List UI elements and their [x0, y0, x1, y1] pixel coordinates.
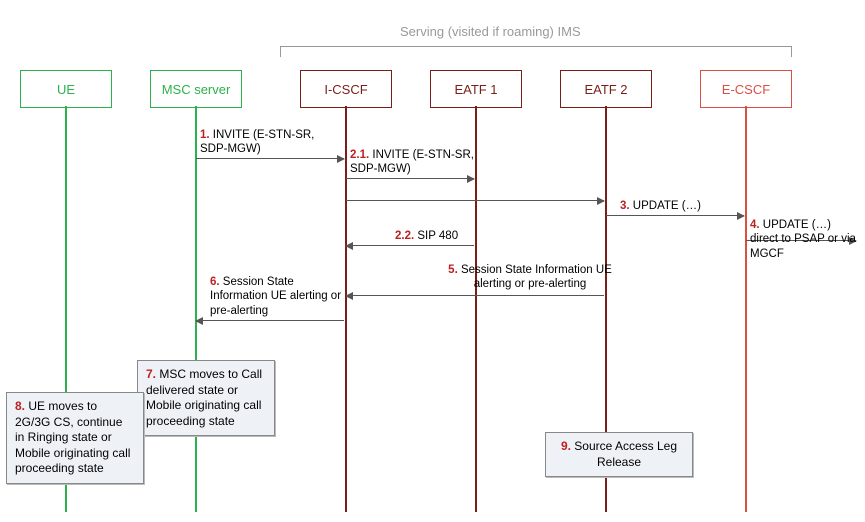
actor-eatf2-label: EATF 2 — [584, 82, 627, 97]
txt-2-1: INVITE (E-STN-SR, SDP-MGW) — [350, 149, 474, 175]
txt-6: Session State Information UE alerting or… — [210, 276, 341, 317]
actor-eatf1: EATF 1 — [430, 70, 522, 108]
lifeline-icscf — [345, 106, 347, 512]
lifeline-ecscf — [745, 106, 747, 512]
actor-ue-label: UE — [57, 82, 75, 97]
note-8: 8. UE moves to 2G/3G CS, continue in Rin… — [6, 392, 144, 484]
txt-9: Source Access Leg Release — [571, 439, 677, 469]
sequence-diagram: Serving (visited if roaming) IMS UE MSC … — [0, 0, 865, 522]
num-3: 3. — [620, 200, 630, 212]
num-7: 7. — [146, 367, 156, 381]
actor-ecscf-label: E-CSCF — [722, 82, 770, 97]
label-3: 3. UPDATE (…) — [620, 200, 701, 212]
label-6: 6. Session State Information UE alerting… — [210, 275, 345, 318]
txt-4: UPDATE (…) direct to PSAP or via MGCF — [750, 219, 856, 260]
actor-eatf2: EATF 2 — [560, 70, 652, 108]
label-2-1: 2.1. INVITE (E-STN-SR, SDP-MGW) — [350, 148, 490, 177]
note-9: 9. Source Access Leg Release — [545, 432, 693, 477]
num-6: 6. — [210, 276, 220, 288]
arrow-2-2 — [346, 245, 474, 246]
label-5: 5. Session State Information UE alerting… — [440, 263, 620, 292]
arrow-2-1b — [346, 200, 604, 201]
actor-icscf: I-CSCF — [300, 70, 392, 108]
txt-5: Session State Information UE alerting or… — [458, 264, 612, 290]
actor-msc: MSC server — [150, 70, 242, 108]
lifeline-msc — [195, 106, 197, 512]
txt-7: MSC moves to Call delivered state or Mob… — [146, 367, 262, 428]
txt-3: UPDATE (…) — [630, 200, 701, 212]
num-4: 4. — [750, 219, 760, 231]
num-9: 9. — [561, 439, 571, 453]
num-5: 5. — [448, 264, 458, 276]
actor-ecscf: E-CSCF — [700, 70, 792, 108]
arrow-2-1 — [346, 178, 474, 179]
actor-msc-label: MSC server — [162, 82, 231, 97]
num-1: 1. — [200, 129, 210, 141]
actor-eatf1-label: EATF 1 — [454, 82, 497, 97]
serving-ims-label: Serving (visited if roaming) IMS — [400, 24, 581, 39]
txt-1: INVITE (E-STN-SR, SDP-MGW) — [200, 129, 314, 155]
num-8: 8. — [15, 399, 25, 413]
label-4: 4. UPDATE (…) direct to PSAP or via MGCF — [750, 218, 860, 261]
num-2-2: 2.2. — [395, 230, 414, 242]
arrow-6 — [196, 320, 344, 321]
label-2-2: 2.2. SIP 480 — [395, 230, 458, 242]
txt-2-2: SIP 480 — [414, 230, 458, 242]
num-2-1: 2.1. — [350, 149, 369, 161]
txt-8: UE moves to 2G/3G CS, continue in Ringin… — [15, 399, 130, 475]
arrow-5 — [346, 295, 604, 296]
arrow-1 — [196, 158, 344, 159]
arrow-3 — [606, 215, 744, 216]
actor-ue: UE — [20, 70, 112, 108]
note-7: 7. MSC moves to Call delivered state or … — [137, 360, 275, 436]
label-1: 1. INVITE (E-STN-SR, SDP-MGW) — [200, 128, 340, 157]
actor-icscf-label: I-CSCF — [324, 82, 367, 97]
serving-ims-bracket — [280, 46, 792, 57]
